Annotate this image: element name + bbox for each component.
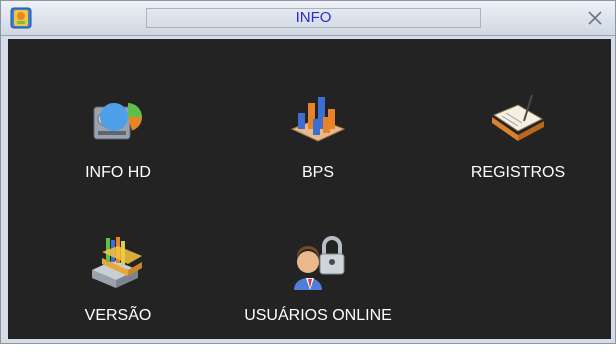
menu-tile-label: USUÁRIOS ONLINE <box>244 307 392 324</box>
menu-tile-bps[interactable]: BPS <box>243 89 393 209</box>
info-window: INFO INFO HD BPS REGISTROS VERSÃO USUÁRI… <box>0 0 616 344</box>
bar-chart-icon <box>288 89 348 149</box>
menu-tile-label: INFO HD <box>85 164 151 181</box>
info-menu-panel: INFO HD BPS REGISTROS VERSÃO USUÁRIOS ON… <box>8 39 611 339</box>
title-bar: INFO <box>1 1 615 36</box>
hard-disk-icon <box>88 89 148 149</box>
menu-tile-label: VERSÃO <box>84 307 152 324</box>
log-book-icon <box>488 89 548 149</box>
menu-tile-info-hd[interactable]: INFO HD <box>43 89 193 209</box>
version-box-icon <box>88 232 148 292</box>
menu-tile-versao[interactable]: VERSÃO <box>43 232 193 352</box>
app-icon <box>10 7 32 29</box>
menu-tile-usuarios-online[interactable]: USUÁRIOS ONLINE <box>243 232 393 352</box>
menu-tile-label: REGISTROS <box>470 164 566 181</box>
close-icon[interactable] <box>584 7 606 29</box>
window-title: INFO <box>146 8 481 28</box>
online-user-icon <box>288 232 348 292</box>
menu-tile-label: BPS <box>301 164 334 181</box>
menu-tile-registros[interactable]: REGISTROS <box>443 89 593 209</box>
